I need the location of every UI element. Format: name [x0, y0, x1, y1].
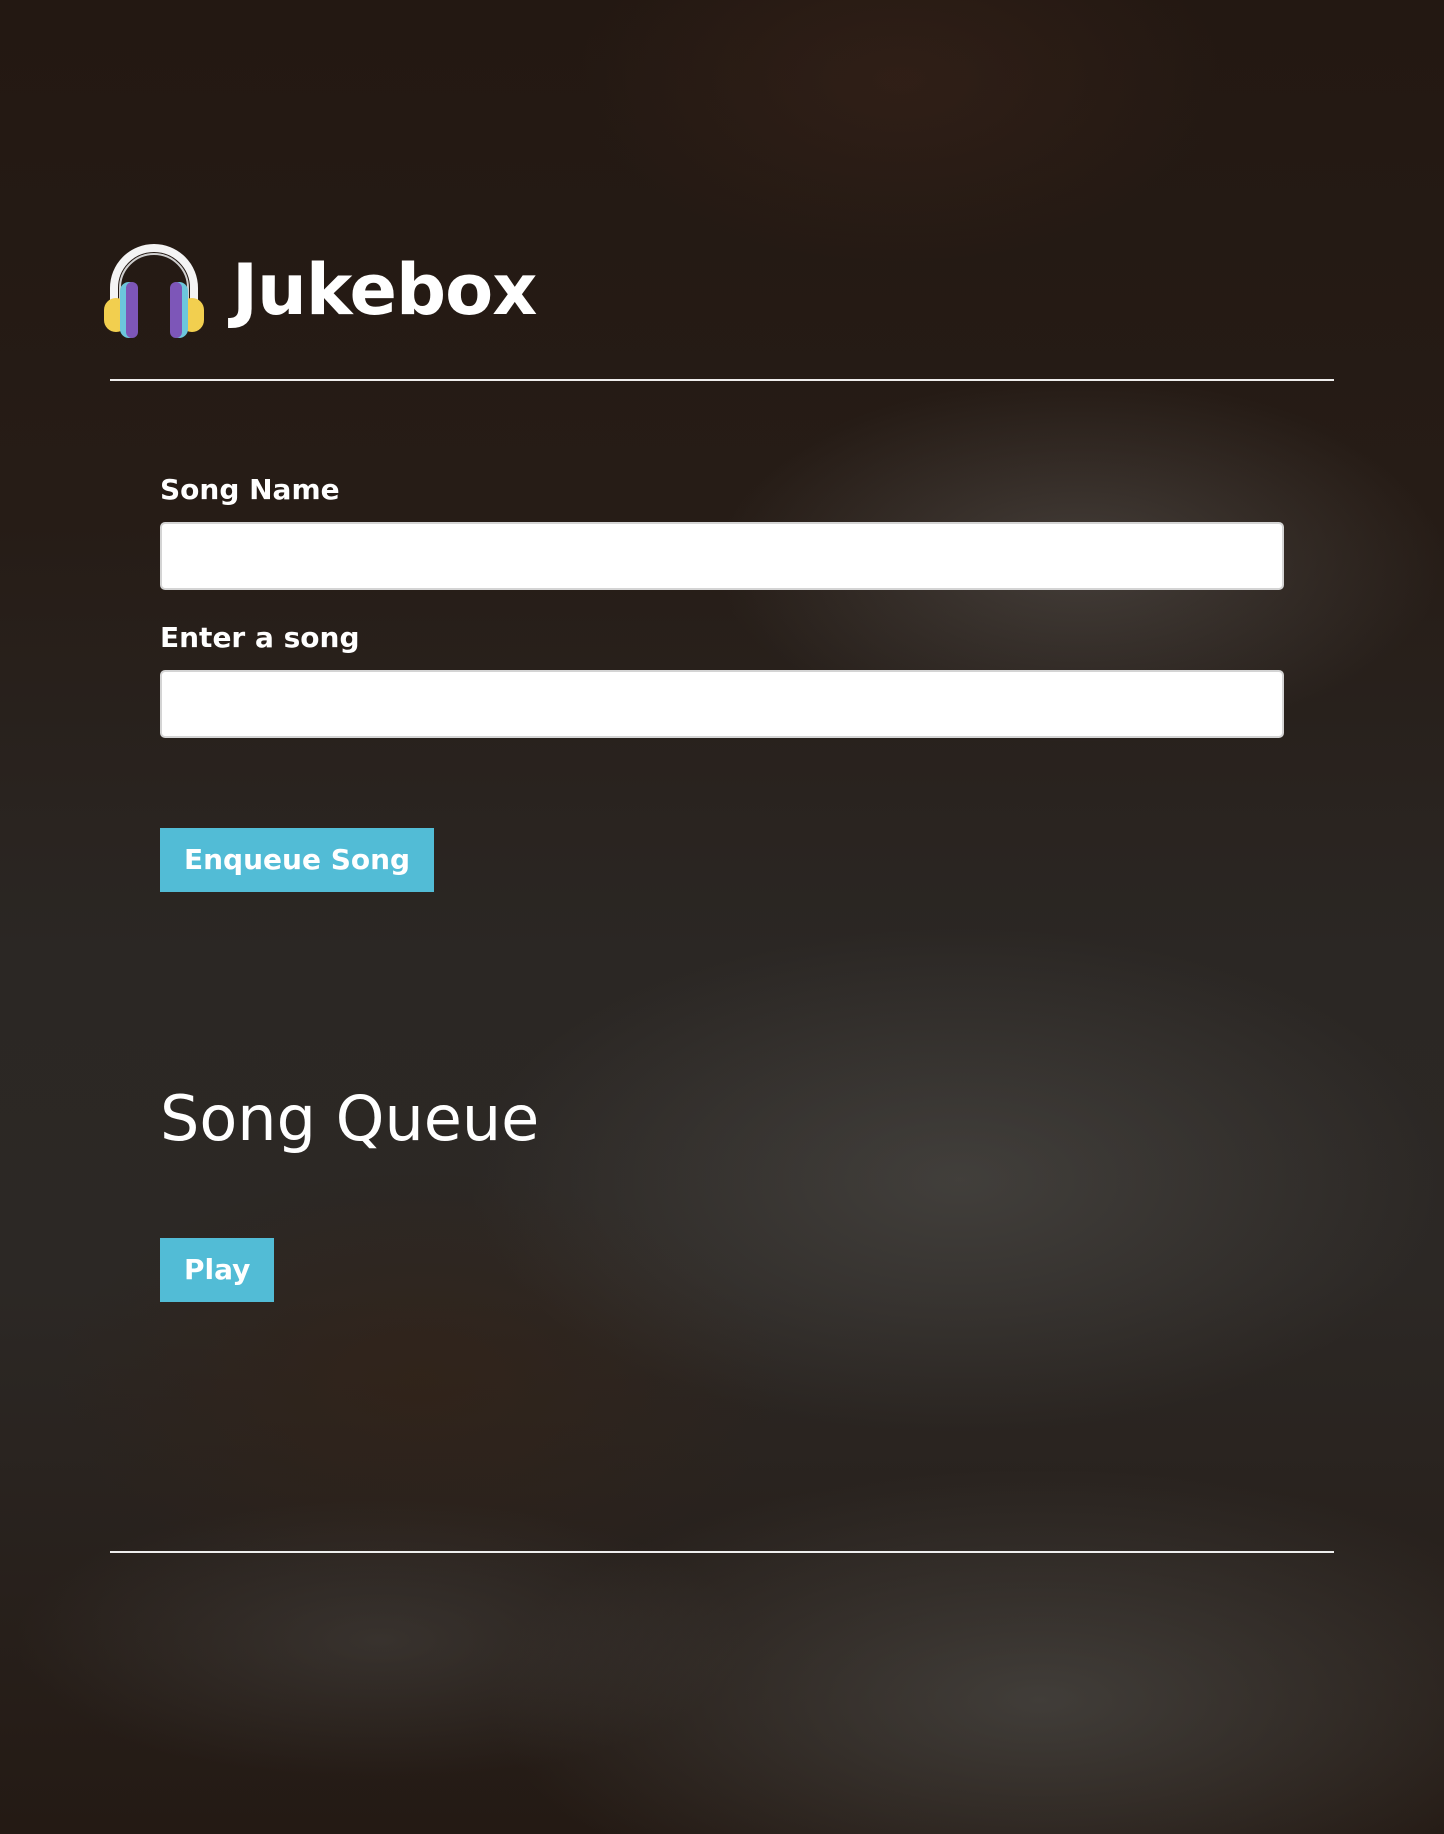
headphones-icon: [104, 244, 204, 338]
app-title: Jukebox: [232, 249, 537, 331]
song-queue-title: Song Queue: [160, 1082, 540, 1155]
enter-song-input[interactable]: [160, 670, 1284, 738]
enter-song-label: Enter a song: [160, 621, 360, 654]
song-name-label: Song Name: [160, 473, 340, 506]
app-header: Jukebox: [102, 238, 537, 342]
header-divider: [110, 379, 1334, 381]
footer-divider: [110, 1551, 1334, 1553]
play-button[interactable]: Play: [160, 1238, 275, 1302]
enqueue-song-button[interactable]: Enqueue Song: [160, 828, 435, 892]
song-name-input[interactable]: [160, 522, 1284, 590]
